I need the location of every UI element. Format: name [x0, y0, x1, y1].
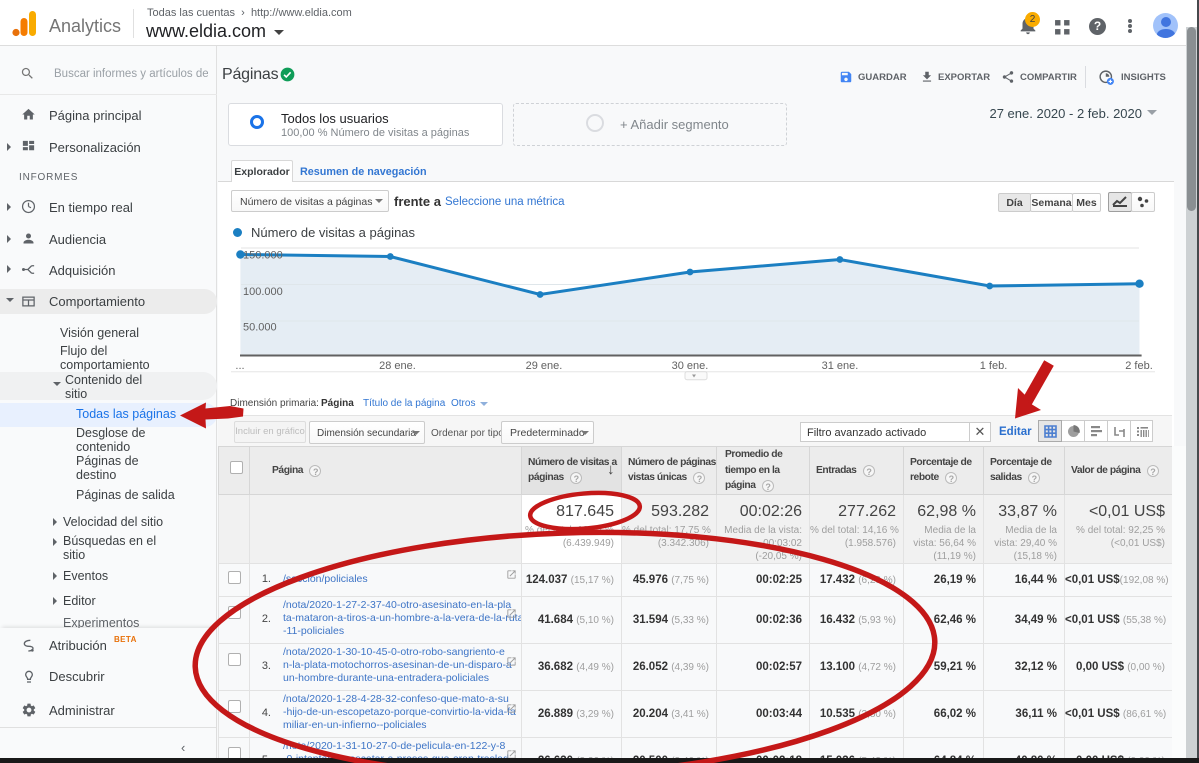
svg-text:1 feb.: 1 feb. [980, 360, 1008, 372]
svg-text:...: ... [235, 360, 244, 372]
svg-text:150.000: 150.000 [243, 250, 283, 262]
svg-text:30 ene.: 30 ene. [672, 360, 709, 372]
svg-text:100.000: 100.000 [243, 286, 283, 298]
svg-text:29 ene.: 29 ene. [526, 360, 563, 372]
svg-text:31 ene.: 31 ene. [822, 360, 859, 372]
svg-text:50.000: 50.000 [243, 322, 277, 334]
svg-text:28 ene.: 28 ene. [379, 360, 416, 372]
svg-text:2 feb.: 2 feb. [1125, 360, 1153, 372]
